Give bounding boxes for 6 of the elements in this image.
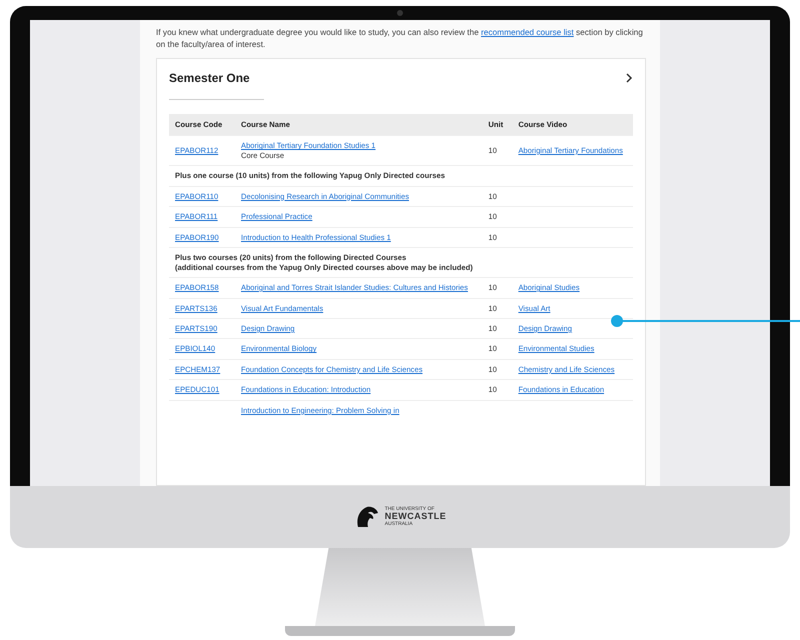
course-list-link[interactable]: recommended course list bbox=[481, 27, 574, 37]
card-title: Semester One bbox=[169, 70, 250, 88]
brand-text: NEWCASTLE bbox=[384, 512, 446, 522]
camera-icon bbox=[397, 10, 403, 16]
chevron-right-icon[interactable] bbox=[625, 73, 633, 84]
intro-paragraph: If you knew what undergraduate degree you would like to study, you can also review the recommended course list section by clicking on the faculty/area of interest. bbox=[156, 26, 644, 50]
